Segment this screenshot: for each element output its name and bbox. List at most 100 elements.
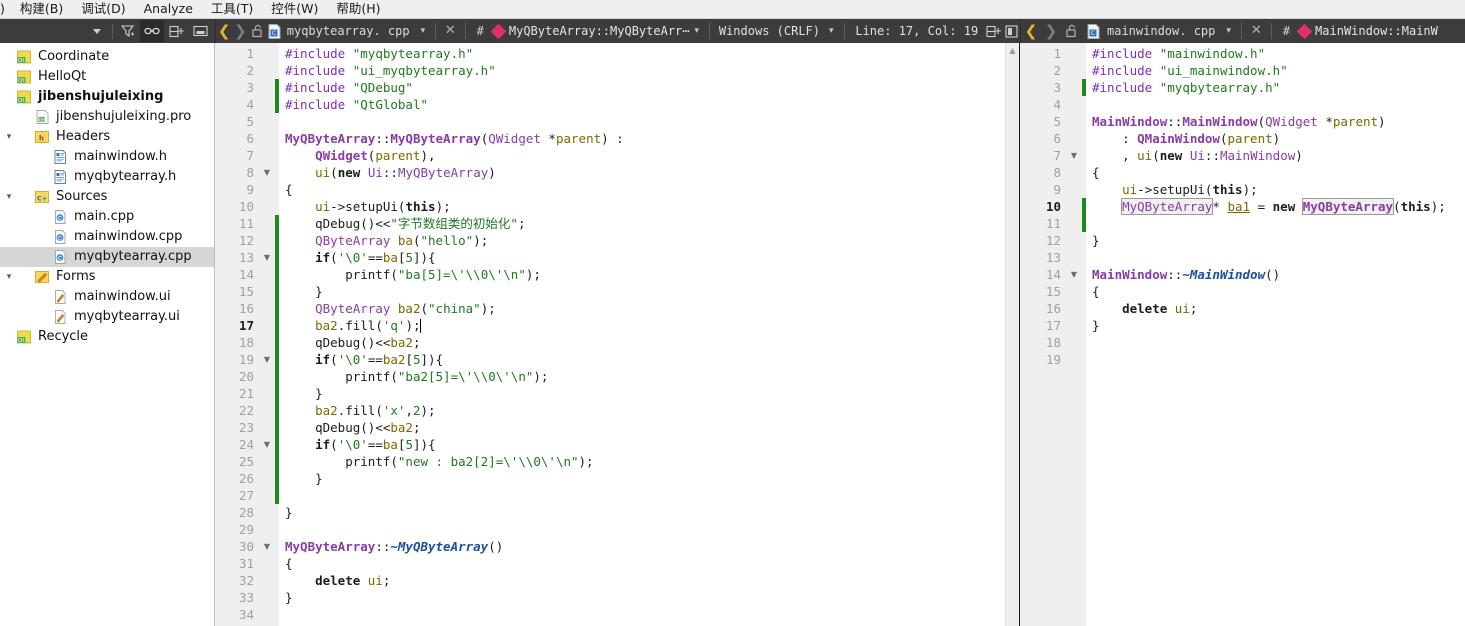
code-line[interactable]: delete ui; xyxy=(1092,300,1464,317)
tree-expand-chevron-icon[interactable]: ▾ xyxy=(2,132,16,142)
code-line[interactable]: : QMainWindow(parent) xyxy=(1092,130,1464,147)
code-line[interactable]: #include "QtGlobal" xyxy=(285,96,1005,113)
navigate-forward-icon[interactable]: ❯ xyxy=(232,20,248,42)
tree-item-coordinate[interactable]: Qt Coordinate xyxy=(0,47,214,67)
close-document-button[interactable]: ✕ xyxy=(1247,20,1266,42)
code-line[interactable]: #include "myqbytearray.h" xyxy=(285,45,1005,62)
code-line[interactable]: qDebug()<<"字节数组类的初始化"; xyxy=(285,215,1005,232)
code-line[interactable]: MyQByteArray::MyQByteArray(QWidget *pare… xyxy=(285,130,1005,147)
code-line[interactable]: QWidget(parent), xyxy=(285,147,1005,164)
menu-item-help[interactable]: 帮助(H) xyxy=(327,0,389,18)
tree-item-forms[interactable]: ▾ Forms xyxy=(0,267,214,287)
right-editor-pane[interactable]: 1 2 3 4 5 6 7 8 9 10 11 12 13 14 15 16 17 18 19 ▼ ▼ #includ… xyxy=(1020,43,1464,626)
left-symbol-selector[interactable]: MyQByteArray::MyQByteArr⋯ xyxy=(509,24,690,38)
code-line[interactable]: if('\0'==ba[5]){ xyxy=(285,249,1005,266)
tree-item-mainwindow.h[interactable]: mainwindow.h xyxy=(0,147,214,167)
code-line[interactable]: MyQByteArray::~MyQByteArray() xyxy=(285,538,1005,555)
tree-item-recycle[interactable]: Qt Recycle xyxy=(0,327,214,347)
symbol-dropdown-icon[interactable]: ▾ xyxy=(690,20,705,42)
navigate-back-icon[interactable]: ❮ xyxy=(1021,20,1041,42)
code-line[interactable]: ui->setupUi(this); xyxy=(1092,181,1464,198)
code-line[interactable]: #include "QDebug" xyxy=(285,79,1005,96)
menu-item-analyze[interactable]: Analyze xyxy=(135,0,202,18)
code-line[interactable] xyxy=(1092,96,1464,113)
code-line[interactable]: } xyxy=(1092,317,1464,334)
file-combo-dropdown-icon[interactable]: ▾ xyxy=(416,20,431,42)
code-line[interactable]: qDebug()<<ba2; xyxy=(285,334,1005,351)
code-line[interactable]: MainWindow::~MainWindow() xyxy=(1092,266,1464,283)
line-ending-selector[interactable]: Windows (CRLF) xyxy=(715,24,824,38)
code-line[interactable]: if('\0'==ba[5]){ xyxy=(285,436,1005,453)
code-line[interactable] xyxy=(285,487,1005,504)
code-line[interactable] xyxy=(1092,334,1464,351)
tree-item-sources[interactable]: ▾ C+ Sources xyxy=(0,187,214,207)
code-line[interactable]: #include "ui_myqbytearray.h" xyxy=(285,62,1005,79)
code-line[interactable]: #include "mainwindow.h" xyxy=(1092,45,1464,62)
tree-item-main.cpp[interactable]: Cmain.cpp xyxy=(0,207,214,227)
fold-collapse-icon[interactable]: ▼ xyxy=(259,436,275,453)
right-symbol-selector[interactable]: MainWindow::MainW xyxy=(1315,24,1438,38)
menu-item-tools[interactable]: 工具(T) xyxy=(202,0,262,18)
code-line[interactable]: if('\0'==ba2[5]){ xyxy=(285,351,1005,368)
line-number-toggle-icon[interactable]: # xyxy=(1277,24,1296,38)
code-line[interactable]: MainWindow::MainWindow(QWidget *parent) xyxy=(1092,113,1464,130)
right-fold-column[interactable]: ▼ ▼ xyxy=(1066,43,1082,626)
code-line[interactable]: QByteArray ba("hello"); xyxy=(285,232,1005,249)
tree-item-helloqt[interactable]: Qt HelloQt xyxy=(0,67,214,87)
code-line[interactable]: ba2.fill('x',2); xyxy=(285,402,1005,419)
left-code-area[interactable]: #include "myqbytearray.h" #include "ui_my… xyxy=(279,43,1005,626)
code-line[interactable]: } xyxy=(285,470,1005,487)
code-line[interactable]: ui(new Ui::MyQByteArray) xyxy=(285,164,1005,181)
code-line[interactable]: { xyxy=(1092,164,1464,181)
code-line[interactable]: { xyxy=(285,181,1005,198)
right-code-area[interactable]: #include "mainwindow.h" #include "ui_main… xyxy=(1086,43,1464,626)
code-line[interactable]: printf("new : ba2[2]=\'\\0\'\n"); xyxy=(285,453,1005,470)
filter-icon[interactable] xyxy=(116,20,140,42)
line-ending-dropdown-icon[interactable]: ▾ xyxy=(824,20,839,42)
split-editor-icon[interactable] xyxy=(984,25,1002,38)
tree-item-mainwindow.ui[interactable]: mainwindow.ui xyxy=(0,287,214,307)
line-number-toggle-icon[interactable]: # xyxy=(471,24,490,38)
code-line[interactable]: MyQByteArray* ba1 = new MyQByteArray(thi… xyxy=(1092,198,1464,215)
navigate-back-icon[interactable]: ❮ xyxy=(216,20,232,42)
code-line[interactable]: qDebug()<<ba2; xyxy=(285,419,1005,436)
file-combo-dropdown-icon[interactable]: ▾ xyxy=(1221,20,1236,42)
code-line[interactable]: , ui(new Ui::MainWindow) xyxy=(1092,147,1464,164)
fold-collapse-icon[interactable]: ▼ xyxy=(1066,147,1082,164)
menu-item-0[interactable]: ) xyxy=(0,0,11,18)
code-line[interactable]: } xyxy=(285,589,1005,606)
code-line[interactable] xyxy=(1092,249,1464,266)
code-line[interactable]: } xyxy=(285,385,1005,402)
left-editor-pane[interactable]: 1 2 3 4 5 6 7 8 9 10 11 12 13 14 15 16 17 18 19 20 21 22 23 24 2… xyxy=(215,43,1020,626)
tree-item-jibenshujuleixing.pro[interactable]: Qt jibenshujuleixing.pro xyxy=(0,107,214,127)
fold-collapse-icon[interactable]: ▼ xyxy=(259,538,275,555)
tree-item-myqbytearray.ui[interactable]: myqbytearray.ui xyxy=(0,307,214,327)
menu-item-widgets[interactable]: 控件(W) xyxy=(262,0,327,18)
code-line[interactable] xyxy=(1092,351,1464,368)
close-split-icon[interactable] xyxy=(1002,24,1020,38)
menu-item-build[interactable]: 构建(B) xyxy=(11,0,72,18)
fold-collapse-icon[interactable]: ▼ xyxy=(259,351,275,368)
collapse-panel-icon[interactable] xyxy=(188,20,212,42)
fold-collapse-icon[interactable]: ▼ xyxy=(1066,266,1082,283)
code-line[interactable]: ba2.fill('q'); xyxy=(285,317,1005,334)
menu-item-debug[interactable]: 调试(D) xyxy=(72,0,134,18)
code-line[interactable]: ui->setupUi(this); xyxy=(285,198,1005,215)
left-editor-scrollbar[interactable]: ▲ xyxy=(1005,43,1019,626)
synchronize-link-icon[interactable] xyxy=(140,20,164,42)
right-editor-filename[interactable]: mainwindow. cpp xyxy=(1103,24,1221,38)
code-line[interactable] xyxy=(1092,215,1464,232)
code-line[interactable] xyxy=(285,521,1005,538)
unlocked-padlock-icon[interactable] xyxy=(249,24,267,38)
close-document-button[interactable]: ✕ xyxy=(441,20,460,42)
code-line[interactable]: printf("ba2[5]=\'\\0\'\n"); xyxy=(285,368,1005,385)
code-line[interactable]: } xyxy=(1092,232,1464,249)
view-dropdown-icon[interactable] xyxy=(85,20,109,42)
code-line[interactable]: QByteArray ba2("china"); xyxy=(285,300,1005,317)
left-fold-column[interactable]: ▼ ▼ ▼ ▼ ▼ xyxy=(259,43,275,626)
code-line[interactable]: #include "myqbytearray.h" xyxy=(1092,79,1464,96)
tree-expand-chevron-icon[interactable]: ▾ xyxy=(2,272,16,282)
tree-item-headers[interactable]: ▾ h Headers xyxy=(0,127,214,147)
code-line[interactable]: { xyxy=(285,555,1005,572)
code-line[interactable]: } xyxy=(285,504,1005,521)
